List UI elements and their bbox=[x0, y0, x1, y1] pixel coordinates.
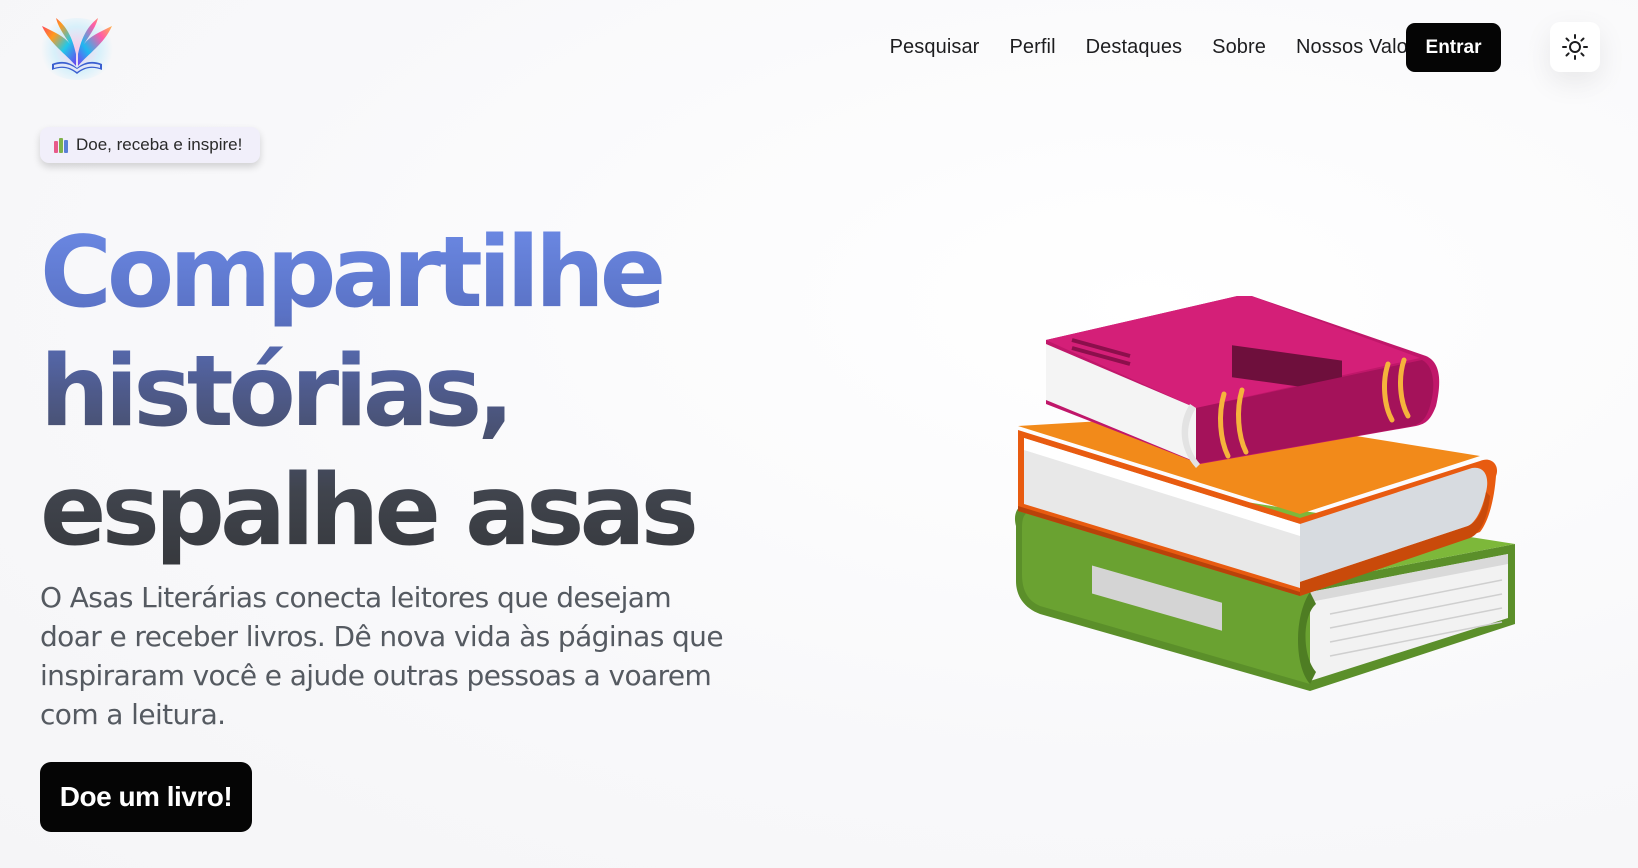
tagline-badge: Doe, receba e inspire! bbox=[40, 127, 261, 163]
nav-link-destaques[interactable]: Destaques bbox=[1086, 36, 1183, 59]
hero-title-line-3: espalhe asas bbox=[40, 454, 694, 568]
theme-toggle-button[interactable] bbox=[1550, 22, 1600, 72]
hero-title-line-1: Compartilhe bbox=[40, 216, 662, 330]
nav-link-pesquisar[interactable]: Pesquisar bbox=[890, 36, 980, 59]
main-nav: Pesquisar Perfil Destaques Sobre Nossos … bbox=[890, 22, 1436, 72]
nav-link-perfil[interactable]: Perfil bbox=[1009, 36, 1055, 59]
nav-link-sobre[interactable]: Sobre bbox=[1212, 36, 1266, 59]
hero-title-line-2: histórias, bbox=[40, 335, 510, 449]
hero-title: Compartilhe histórias, espalhe asas bbox=[40, 214, 800, 571]
donate-book-button[interactable]: Doe um livro! bbox=[40, 762, 252, 832]
login-button[interactable]: Entrar bbox=[1406, 23, 1501, 72]
landing-page: Pesquisar Perfil Destaques Sobre Nossos … bbox=[0, 0, 1638, 868]
winged-book-icon bbox=[42, 18, 112, 74]
hero-description: O Asas Literárias conecta leitores que d… bbox=[40, 581, 724, 731]
stacked-books-illustration bbox=[1014, 296, 1515, 691]
badge-text: Doe, receba e inspire! bbox=[76, 135, 243, 154]
sun-icon bbox=[1562, 34, 1588, 60]
books-emoji-icon bbox=[54, 137, 68, 153]
logo[interactable] bbox=[36, 14, 118, 80]
